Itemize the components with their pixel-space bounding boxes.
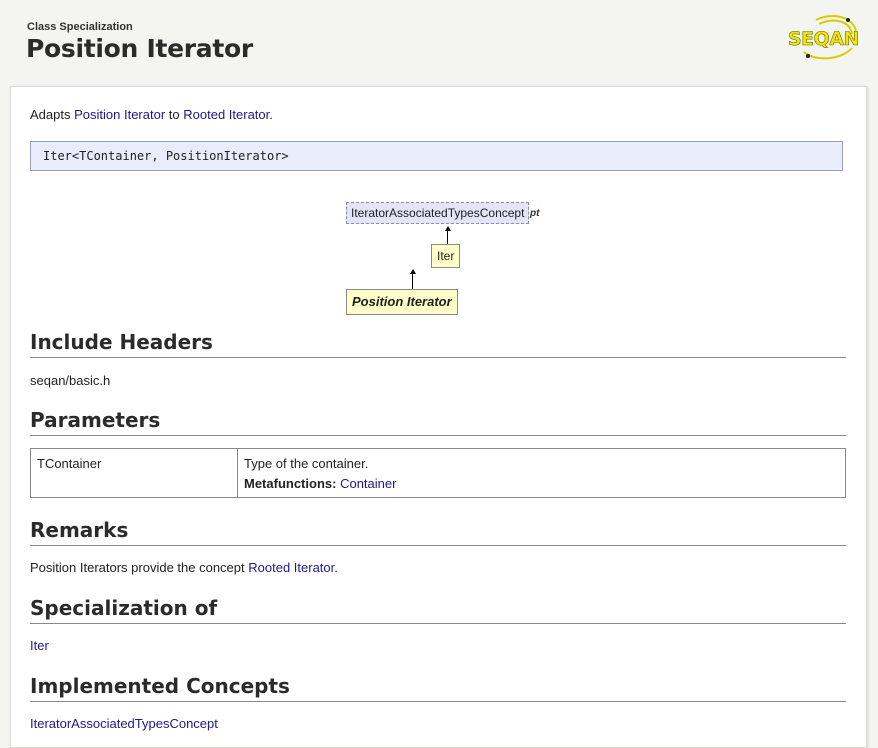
param-description: Type of the container.	[244, 456, 369, 471]
arrow-line	[447, 230, 448, 244]
link-container[interactable]: Container	[340, 476, 396, 491]
metafunctions-label: Metafunctions:	[244, 476, 337, 491]
logo-text: SEQAN	[788, 28, 859, 50]
main-content: Adapts Position Iterator to Rooted Itera…	[10, 86, 867, 748]
arrow-line	[412, 273, 413, 289]
link-iterator-associated-types-concept[interactable]: IteratorAssociatedTypesConcept	[30, 716, 218, 731]
intro-suffix: .	[269, 107, 273, 122]
intro-middle: to	[168, 107, 180, 122]
heading-parameters: Parameters	[30, 408, 846, 436]
heading-remarks: Remarks	[30, 518, 846, 546]
link-iter[interactable]: Iter	[30, 638, 49, 653]
intro-text: Adapts Position Iterator to Rooted Itera…	[30, 107, 273, 122]
page-kind: Class Specialization	[27, 21, 133, 33]
specialization-of-value: Iter	[30, 638, 49, 653]
arrow-head-icon	[410, 269, 416, 274]
link-rooted-iterator[interactable]: Rooted Iterator	[183, 107, 269, 122]
diagram-node-main: Position Iterator	[346, 289, 458, 315]
include-header-value: seqan/basic.h	[30, 373, 111, 388]
remarks-body: Position Iterators provide the concept	[30, 560, 245, 575]
diagram-node-concept-suffix: pt	[530, 208, 540, 219]
heading-specialization-of: Specialization of	[30, 596, 846, 624]
table-row: TContainer Type of the container. Metafu…	[30, 448, 846, 498]
signature-box: Iter<TContainer, PositionIterator>	[30, 141, 843, 171]
heading-include-headers: Include Headers	[30, 330, 846, 358]
parameters-table: TContainer Type of the container. Metafu…	[30, 448, 846, 498]
arrow-head-icon	[445, 226, 451, 231]
implemented-concepts-value: IteratorAssociatedTypesConcept	[30, 716, 218, 731]
heading-implemented-concepts: Implemented Concepts	[30, 674, 846, 702]
diagram-node-concept[interactable]: IteratorAssociatedTypesConcept	[346, 202, 530, 224]
inheritance-diagram: IteratorAssociatedTypesConcept pt Iter P…	[341, 199, 551, 319]
param-description-cell: Type of the container. Metafunctions: Co…	[237, 448, 846, 498]
page-title: Position Iterator	[26, 34, 253, 63]
diagram-node-iter[interactable]: Iter	[431, 244, 461, 268]
link-rooted-iterator-remarks[interactable]: Rooted Iterator	[248, 560, 334, 575]
remarks-text: Position Iterators provide the concept R…	[30, 560, 338, 575]
page-header: Class Specialization Position Iterator S…	[0, 0, 878, 86]
intro-prefix: Adapts	[30, 107, 71, 122]
seqan-logo[interactable]: SEQAN	[786, 12, 864, 62]
link-position-iterator[interactable]: Position Iterator	[74, 107, 165, 122]
param-name: TContainer	[30, 448, 238, 498]
remarks-suffix: .	[334, 560, 338, 575]
